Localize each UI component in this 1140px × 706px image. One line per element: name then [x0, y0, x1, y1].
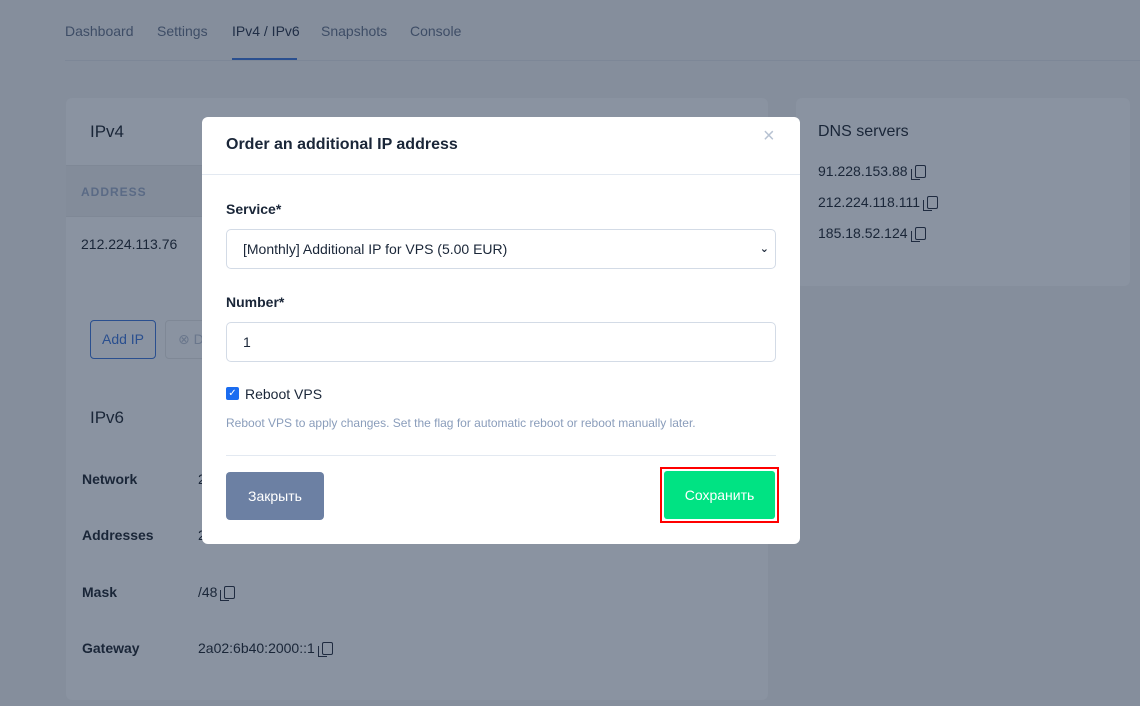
service-select[interactable]: [Monthly] Additional IP for VPS (5.00 EU… — [226, 229, 776, 269]
copy-icon[interactable] — [923, 196, 938, 211]
number-label: Number* — [226, 294, 285, 310]
dns-server: 212.224.118.111 — [818, 194, 920, 210]
service-label: Service* — [226, 201, 282, 217]
copy-icon[interactable] — [910, 227, 926, 242]
tab-console[interactable]: Console — [410, 23, 461, 39]
add-ip-button[interactable]: Add IP — [90, 320, 156, 359]
dns-server: 91.228.153.88 — [818, 163, 908, 179]
dns-server: 185.18.52.124 — [818, 225, 908, 241]
service-value: [Monthly] Additional IP for VPS (5.00 EU… — [243, 241, 508, 257]
reboot-label: Reboot VPS — [245, 386, 323, 402]
tabs-divider — [65, 60, 1140, 61]
copy-icon[interactable] — [910, 165, 926, 180]
ipv4-title: IPv4 — [90, 122, 125, 141]
reboot-checkbox[interactable]: ✓ — [226, 387, 239, 400]
save-button[interactable]: Сохранить — [664, 471, 775, 519]
dns-title: DNS servers — [818, 123, 909, 140]
number-input[interactable]: 1 — [226, 322, 776, 362]
chevron-down-icon: ⌄ — [759, 243, 769, 255]
tab-snapshots[interactable]: Snapshots — [321, 23, 387, 39]
modal-title: Order an additional IP address — [226, 136, 458, 153]
copy-icon[interactable] — [220, 586, 236, 601]
save-button-highlight: Сохранить — [660, 467, 779, 523]
mask-label: Mask — [82, 584, 118, 600]
order-ip-modal: Order an additional IP address × Service… — [202, 117, 800, 544]
x-circle-icon: ⊗ — [178, 331, 190, 347]
tab-dashboard[interactable]: Dashboard — [65, 23, 134, 39]
close-button[interactable]: Закрыть — [226, 472, 324, 520]
modal-footer-divider — [226, 455, 776, 456]
close-icon[interactable]: × — [763, 125, 775, 148]
reboot-help-text: Reboot VPS to apply changes. Set the fla… — [226, 416, 696, 430]
modal-header-divider — [202, 174, 800, 175]
tab-settings[interactable]: Settings — [157, 23, 208, 39]
network-label: Network — [82, 471, 138, 487]
copy-icon[interactable] — [317, 642, 333, 657]
gateway-label: Gateway — [82, 640, 140, 656]
tab-ipv4-ipv6[interactable]: IPv4 / IPv6 — [232, 23, 300, 39]
mask-value: /48 — [198, 584, 218, 600]
column-address: ADDRESS — [81, 185, 147, 199]
gateway-value: 2a02:6b40:2000::1 — [198, 640, 315, 656]
table-row: 212.224.113.76 — [81, 236, 178, 252]
addresses-label: Addresses — [82, 527, 154, 543]
ipv6-title: IPv6 — [90, 408, 125, 427]
dns-card: DNS servers 91.228.153.88 212.224.118.11… — [796, 98, 1130, 286]
